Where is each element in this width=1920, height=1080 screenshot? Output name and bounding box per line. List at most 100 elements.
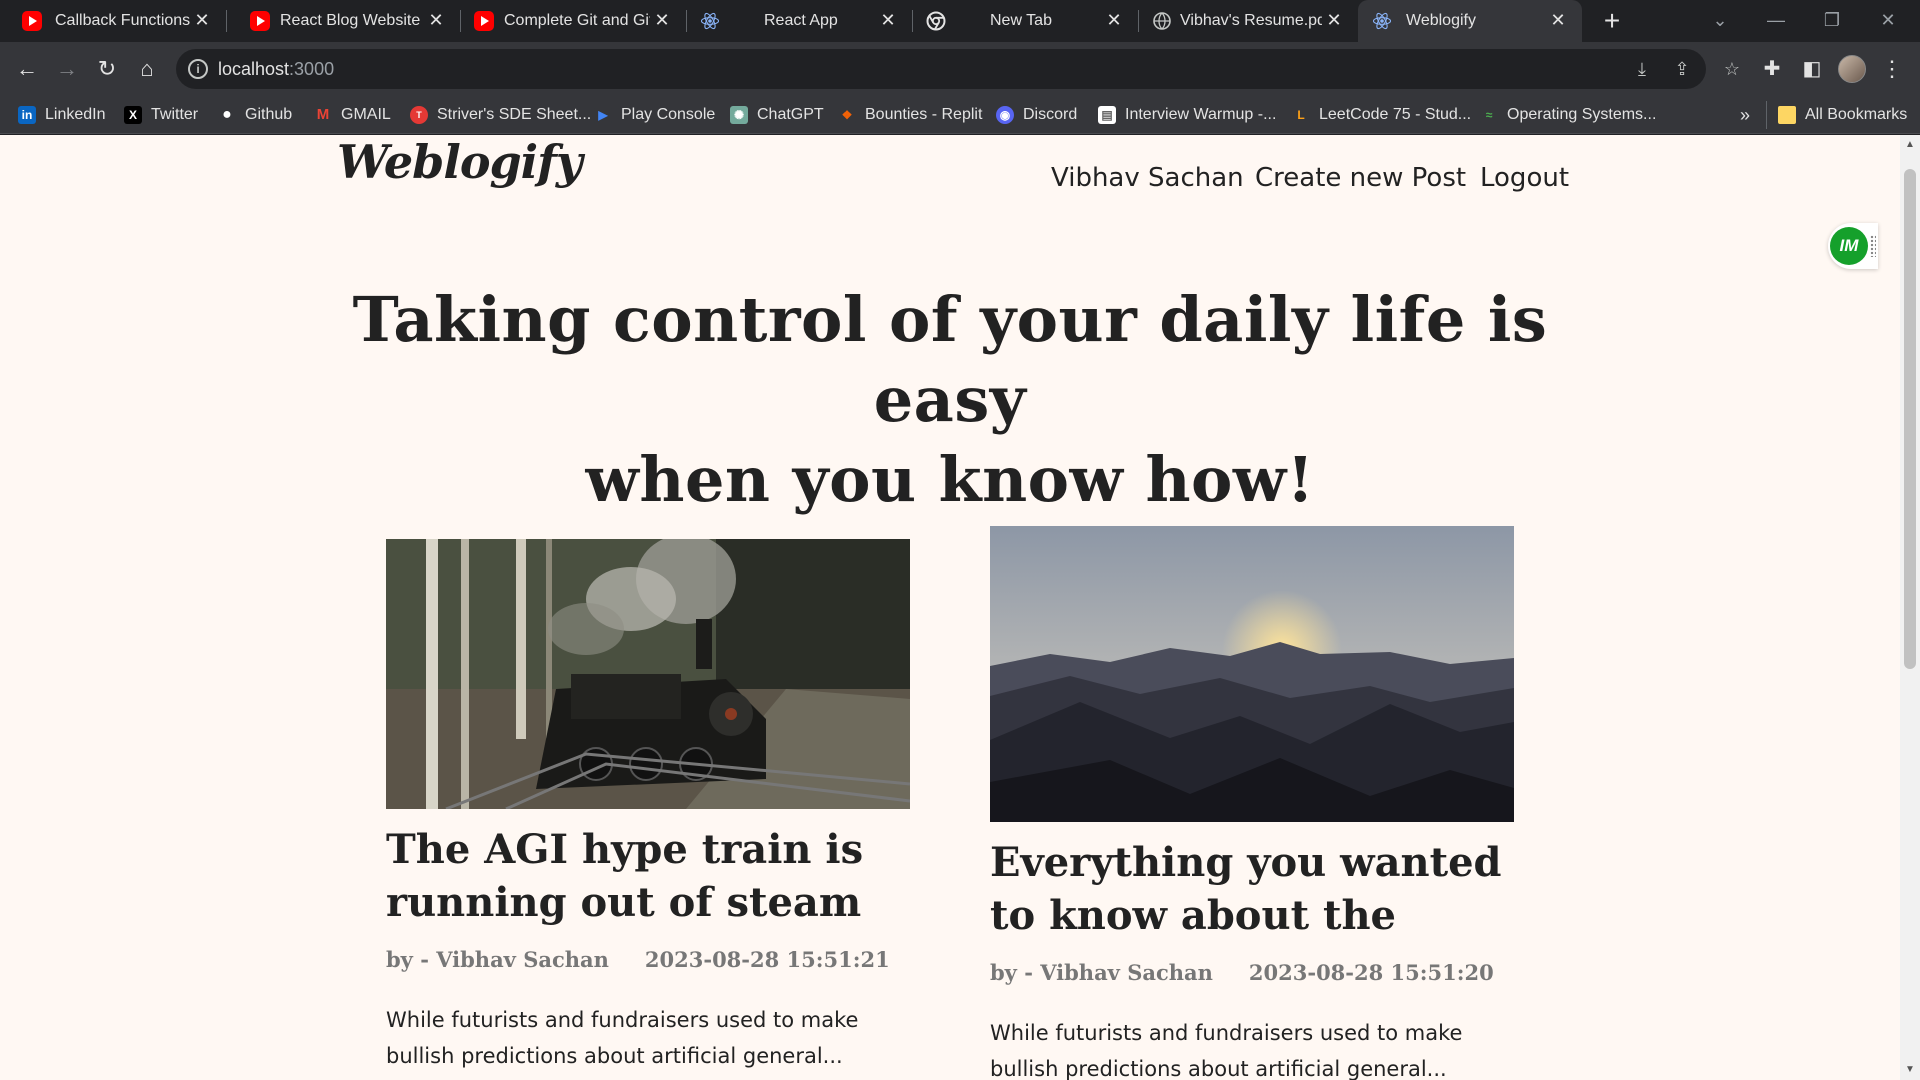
bookmark-linkedin[interactable]: in LinkedIn bbox=[18, 104, 106, 126]
tab-title: Weblogify bbox=[1406, 12, 1476, 29]
bookmark-discord[interactable]: ◉ Discord bbox=[996, 104, 1077, 126]
tab-react-app[interactable]: React App ✕ bbox=[686, 0, 913, 42]
bookmark-leetcode[interactable]: L LeetCode 75 - Stud... bbox=[1292, 104, 1471, 126]
bookmark-play-console[interactable]: ▶ Play Console bbox=[594, 104, 715, 126]
tab-new-tab[interactable]: New Tab ✕ bbox=[912, 0, 1139, 42]
youtube-icon bbox=[250, 11, 270, 31]
close-icon[interactable]: ✕ bbox=[1324, 10, 1344, 30]
github-icon: ● bbox=[218, 106, 236, 124]
post-excerpt: While futurists and fundraisers used to … bbox=[386, 1008, 859, 1068]
post-date: 2023-08-28 15:51:21 bbox=[644, 947, 890, 972]
bookmark-operating-systems[interactable]: ≈ Operating Systems... bbox=[1480, 104, 1656, 126]
nav-user-name[interactable]: Vibhav Sachan bbox=[1051, 163, 1244, 193]
bookmark-label: GMAIL bbox=[341, 106, 391, 123]
close-icon[interactable]: ✕ bbox=[192, 10, 212, 30]
post-title[interactable]: Everything you wanted to know about the … bbox=[990, 836, 1514, 942]
bookmark-replit[interactable]: ❖ Bounties - Replit bbox=[838, 104, 982, 126]
new-tab-button[interactable]: + bbox=[1598, 7, 1626, 36]
bookmarks-divider bbox=[1766, 101, 1767, 129]
nav-create-post[interactable]: Create new Post bbox=[1255, 163, 1466, 193]
post-card[interactable]: The AGI hype train is running out of ste… bbox=[386, 539, 910, 1074]
url-text[interactable]: localhost:3000 bbox=[218, 59, 334, 80]
post-excerpt: While futurists and fundraisers used to … bbox=[990, 1021, 1463, 1080]
profile-avatar[interactable] bbox=[1838, 55, 1866, 83]
scrollbar-thumb[interactable] bbox=[1904, 169, 1916, 669]
nav-logout[interactable]: Logout bbox=[1480, 163, 1569, 193]
scroll-up-arrow-icon[interactable]: ▲ bbox=[1900, 135, 1920, 155]
forward-arrow-icon[interactable]: → bbox=[51, 53, 83, 85]
restore-icon[interactable]: ❐ bbox=[1804, 0, 1860, 42]
reload-icon[interactable]: ↻ bbox=[91, 53, 123, 85]
post-image-steam-train[interactable] bbox=[386, 539, 910, 809]
chrome-icon bbox=[926, 11, 946, 31]
tab-weblogify[interactable]: Weblogify ✕ bbox=[1358, 0, 1582, 42]
window-close-icon[interactable]: ✕ bbox=[1860, 0, 1916, 42]
site-logo[interactable]: Weblogify bbox=[337, 135, 583, 189]
home-icon[interactable]: ⌂ bbox=[131, 53, 163, 85]
bookmarks-bar: in LinkedIn X Twitter ● Github M GMAIL T Stri… bbox=[0, 96, 1920, 134]
close-icon[interactable]: ✕ bbox=[426, 10, 446, 30]
tab-title: Complete Git and Git bbox=[504, 12, 650, 29]
address-bar[interactable]: i localhost:3000 ⤓ ⇪ ☆ bbox=[176, 49, 1740, 89]
tab-title: React App bbox=[764, 12, 838, 29]
share-icon[interactable]: ⇪ bbox=[1668, 55, 1696, 83]
bookmarks-overflow-chevron-icon[interactable]: » bbox=[1740, 104, 1750, 126]
post-image-mountain-sunset[interactable] bbox=[990, 526, 1514, 822]
bookmark-label: All Bookmarks bbox=[1805, 106, 1908, 123]
close-icon[interactable]: ✕ bbox=[1104, 10, 1124, 30]
install-app-icon[interactable]: ⤓ bbox=[1628, 55, 1656, 83]
bookmark-label: Twitter bbox=[151, 106, 199, 123]
post-date: 2023-08-28 15:51:20 bbox=[1248, 960, 1494, 985]
post-title[interactable]: The AGI hype train is running out of ste… bbox=[386, 823, 910, 929]
chatgpt-icon: ✺ bbox=[730, 106, 748, 124]
tab-strip: Callback Functions in ✕ React Blog Websi… bbox=[0, 0, 1920, 42]
all-bookmarks-folder[interactable]: All Bookmarks bbox=[1778, 104, 1907, 126]
post-meta: by - Vibhav Sachan 2023-08-28 15:51:21 bbox=[386, 947, 910, 972]
folder-icon bbox=[1778, 106, 1796, 124]
bookmark-label: Github bbox=[245, 106, 293, 123]
bookmark-star-icon[interactable]: ☆ bbox=[1718, 55, 1746, 83]
steam-train-photo bbox=[386, 539, 910, 809]
play-console-icon: ▶ bbox=[594, 106, 612, 124]
bookmark-github[interactable]: ● Github bbox=[218, 104, 292, 126]
close-icon[interactable]: ✕ bbox=[1548, 10, 1568, 30]
tab-search-icon[interactable]: ⌄ bbox=[1692, 0, 1748, 42]
extension-floating-widget[interactable]: IM bbox=[1828, 223, 1878, 269]
tab-title: React Blog Website D bbox=[280, 12, 424, 29]
post-meta: by - Vibhav Sachan 2023-08-28 15:51:20 bbox=[990, 960, 1514, 985]
youtube-icon bbox=[22, 11, 42, 31]
bookmark-gmail[interactable]: M GMAIL bbox=[314, 104, 391, 126]
page-scrollbar[interactable]: ▲ ▼ bbox=[1900, 135, 1920, 1080]
bookmark-label: ChatGPT bbox=[757, 106, 824, 123]
mountain-sunset-photo bbox=[990, 526, 1514, 822]
tab-title: Callback Functions in bbox=[55, 12, 190, 29]
post-author: by - Vibhav Sachan bbox=[990, 960, 1213, 985]
scroll-down-arrow-icon[interactable]: ▼ bbox=[1900, 1060, 1920, 1080]
minimize-icon[interactable]: — bbox=[1748, 0, 1804, 42]
extension-badge[interactable]: IM bbox=[1830, 227, 1868, 265]
bookmark-label: LeetCode 75 - Stud... bbox=[1319, 106, 1472, 123]
discord-icon: ◉ bbox=[996, 106, 1014, 124]
tab-react-blog[interactable]: React Blog Website D ✕ bbox=[226, 0, 461, 42]
tab-git-github[interactable]: Complete Git and Git ✕ bbox=[460, 0, 687, 42]
tab-callback-functions[interactable]: Callback Functions in ✕ bbox=[0, 0, 227, 42]
tab-resume-pdf[interactable]: Vibhav's Resume.pdf ✕ bbox=[1138, 0, 1358, 42]
back-arrow-icon[interactable]: ← bbox=[11, 53, 43, 85]
globe-icon bbox=[1153, 12, 1171, 30]
side-panel-icon[interactable]: ◧ bbox=[1796, 53, 1828, 85]
bookmark-interview-warmup[interactable]: ▤ Interview Warmup -... bbox=[1098, 104, 1276, 126]
site-info-icon[interactable]: i bbox=[188, 59, 208, 79]
close-icon[interactable]: ✕ bbox=[878, 10, 898, 30]
bookmark-chatgpt[interactable]: ✺ ChatGPT bbox=[730, 104, 824, 126]
browser-toolbar: ← → ↻ ⌂ i localhost:3000 ⤓ ⇪ ☆ ✚ ◧ ⋮ bbox=[0, 42, 1920, 96]
tab-title: Vibhav's Resume.pdf bbox=[1180, 12, 1322, 29]
bookmark-strivers-sheet[interactable]: T Striver's SDE Sheet... bbox=[410, 104, 591, 126]
hero-heading: Taking control of your daily life is eas… bbox=[300, 280, 1600, 520]
extensions-puzzle-icon[interactable]: ✚ bbox=[1756, 53, 1788, 85]
drag-handle-icon[interactable] bbox=[1870, 235, 1876, 257]
post-card[interactable]: Everything you wanted to know about the … bbox=[990, 526, 1514, 1080]
menu-kebab-icon[interactable]: ⋮ bbox=[1876, 53, 1908, 85]
bookmark-twitter[interactable]: X Twitter bbox=[124, 104, 198, 126]
bookmark-label: Discord bbox=[1023, 106, 1078, 123]
close-icon[interactable]: ✕ bbox=[652, 10, 672, 30]
